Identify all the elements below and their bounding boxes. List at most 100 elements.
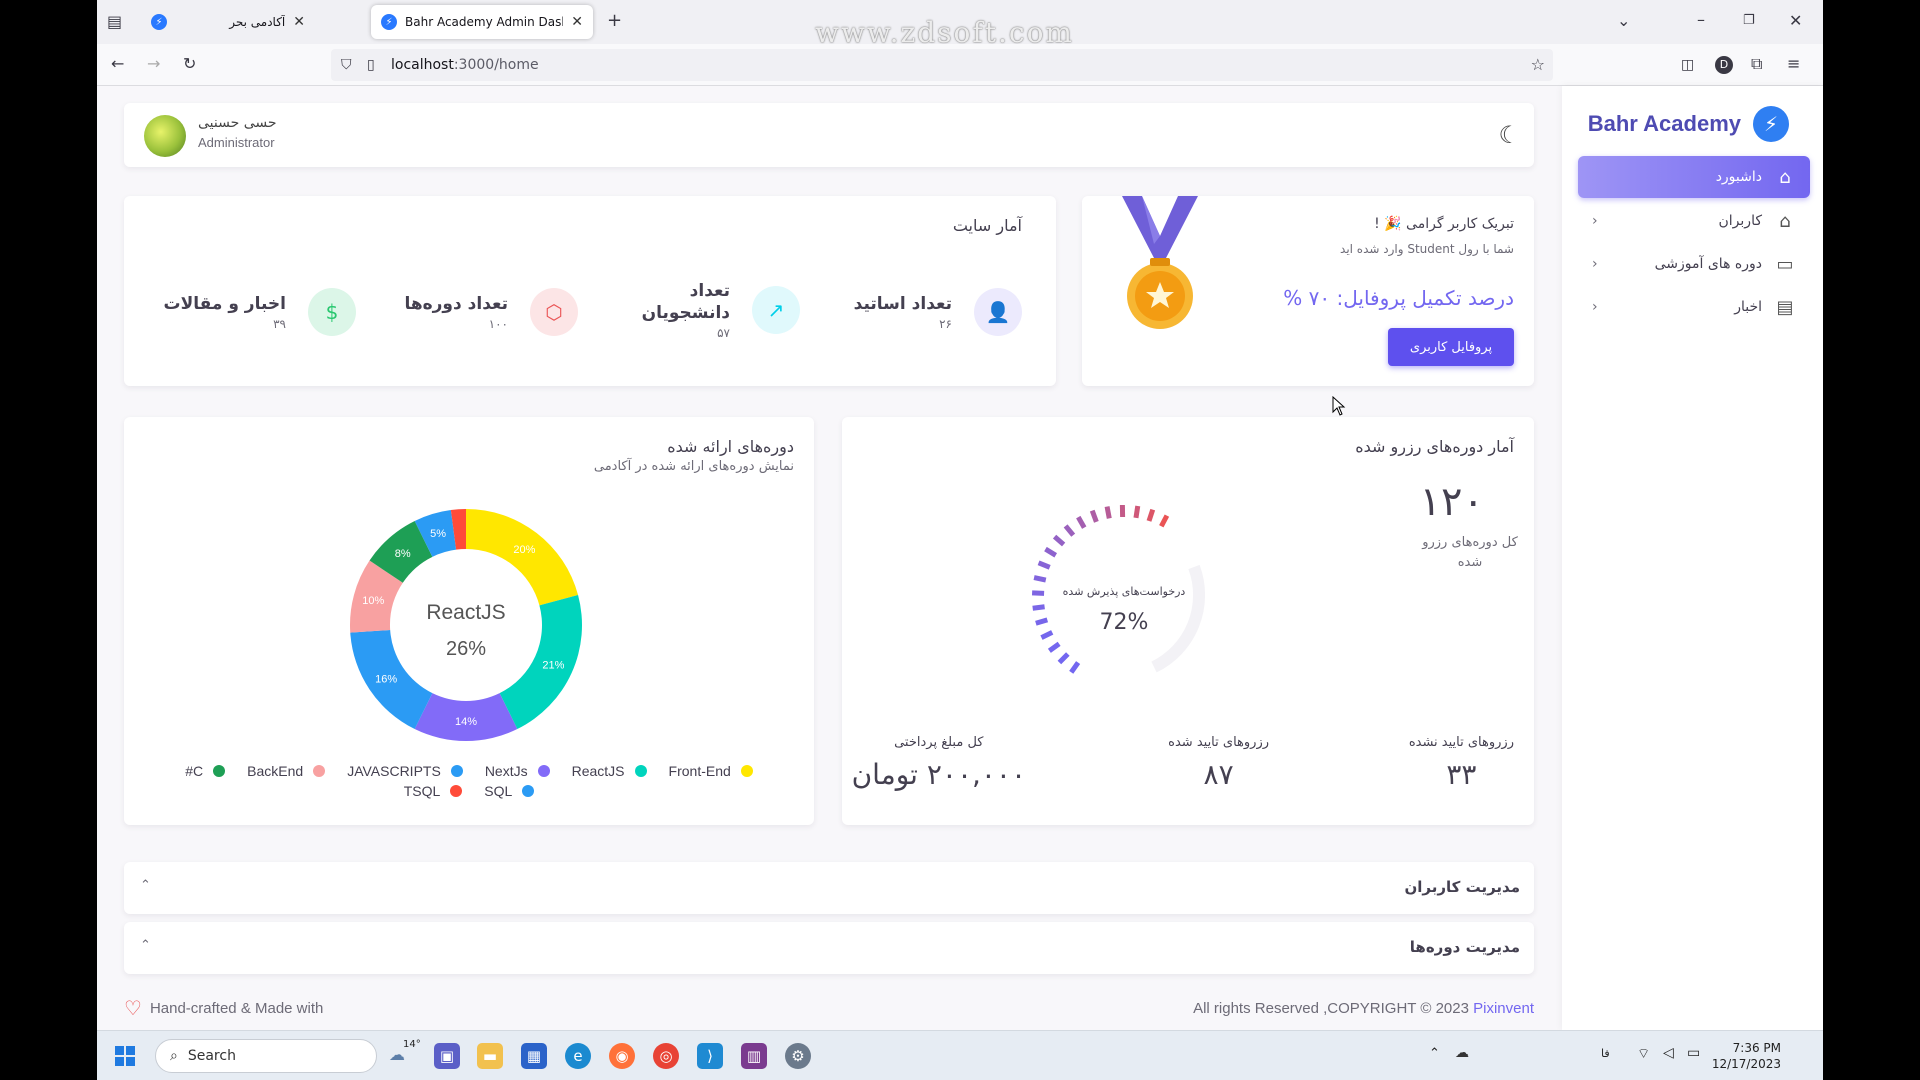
edge-icon[interactable]: e bbox=[565, 1043, 591, 1069]
tab-bahr-fa[interactable]: ⚡ آکادمی بحر ✕ bbox=[141, 5, 315, 39]
congrats-subtitle: شما با رول Student وارد شده اید bbox=[1340, 242, 1514, 256]
sidebar-item-label: دوره های آموزشی bbox=[1654, 256, 1762, 272]
chevron-up-icon[interactable]: ⌃ bbox=[140, 878, 151, 893]
legend-item[interactable]: SQL bbox=[484, 783, 535, 799]
chevron-left-icon: ‹ bbox=[1592, 256, 1598, 272]
legend-label: ReactJS bbox=[571, 763, 625, 779]
gauge-value: 72% bbox=[1100, 610, 1149, 635]
legend-item[interactable]: BackEnd bbox=[247, 763, 326, 779]
winrar-icon[interactable]: ▥ bbox=[741, 1043, 767, 1069]
volume-icon[interactable]: ◁ bbox=[1663, 1045, 1674, 1061]
gauge-tick bbox=[1069, 661, 1081, 674]
close-tab-icon[interactable]: ✕ bbox=[293, 14, 305, 30]
vscode-icon[interactable]: ⟩ bbox=[697, 1043, 723, 1069]
gauge-label: درخواست‌های پذیرش شده bbox=[1063, 585, 1186, 598]
window-close-icon[interactable]: ✕ bbox=[1789, 13, 1802, 29]
language-indicator[interactable]: فا bbox=[1601, 1047, 1610, 1060]
legend-item[interactable]: Front-End bbox=[669, 763, 753, 779]
page-icon[interactable]: ▯ bbox=[367, 57, 375, 73]
moon-icon[interactable]: ☾ bbox=[1498, 121, 1520, 149]
firefox-icon[interactable]: ◉ bbox=[609, 1043, 635, 1069]
legend-item[interactable]: TSQL bbox=[404, 783, 463, 799]
box-icon: ⬡ bbox=[530, 288, 578, 336]
gauge-tick bbox=[1063, 524, 1076, 537]
stat-courses: ⬡ تعداد دوره‌ها ۱۰۰ bbox=[404, 288, 578, 336]
legend-item[interactable]: #C bbox=[185, 763, 226, 779]
chevron-up-icon[interactable]: ⌃ bbox=[140, 938, 151, 953]
tab-title: آکادمی بحر bbox=[229, 15, 286, 29]
shield-icon[interactable]: ⛉ bbox=[341, 57, 352, 73]
tab-bahr-admin[interactable]: ⚡ Bahr Academy Admin Dashboa ✕ bbox=[371, 5, 593, 39]
clock-date: 12/17/2023 bbox=[1711, 1057, 1781, 1071]
store-icon[interactable]: ▦ bbox=[521, 1043, 547, 1069]
donut-slice-front-end[interactable] bbox=[466, 509, 579, 606]
pixinvent-link[interactable]: Pixinvent bbox=[1473, 1000, 1534, 1017]
system-clock[interactable]: 7:36 PM 12/17/2023 bbox=[1712, 1040, 1781, 1072]
new-tab-icon[interactable]: + bbox=[607, 12, 622, 30]
navigation-bar: ← → ↻ ⛉ ▯ localhost:3000/home ☆ ◫ D ⧉ ≡ bbox=[97, 44, 1823, 86]
restore-icon[interactable]: ❐ bbox=[1743, 13, 1755, 29]
file-explorer-icon[interactable]: ▬ bbox=[477, 1043, 503, 1069]
donut-data-label: 20% bbox=[513, 544, 535, 556]
gauge-tick bbox=[1057, 652, 1070, 665]
windows-start-icon[interactable] bbox=[115, 1046, 135, 1066]
panel-title: مدیریت کاربران bbox=[1404, 878, 1520, 896]
minimize-icon[interactable]: – bbox=[1697, 12, 1705, 28]
forward-icon[interactable]: → bbox=[147, 56, 160, 72]
sidebar-item-courses[interactable]: ▭ دوره های آموزشی ‹ bbox=[1578, 243, 1810, 285]
close-tab-icon[interactable]: ✕ bbox=[571, 14, 583, 30]
onedrive-icon[interactable]: ☁ bbox=[1455, 1045, 1469, 1061]
wifi-icon[interactable]: ⌔ bbox=[1637, 1045, 1650, 1063]
bookmark-star-icon[interactable]: ☆ bbox=[1531, 57, 1545, 73]
settings-gear-icon[interactable]: ⚙ bbox=[785, 1043, 811, 1069]
legend-item[interactable]: NextJs bbox=[485, 763, 550, 779]
url-text[interactable]: localhost:3000/home bbox=[391, 57, 539, 73]
donut-data-label: 16% bbox=[375, 673, 397, 685]
taskbar-search[interactable]: ⌕ Search bbox=[155, 1039, 377, 1073]
clock-time: 7:36 PM bbox=[1732, 1041, 1781, 1055]
meet-icon[interactable]: ▣ bbox=[434, 1043, 460, 1069]
back-icon[interactable]: ← bbox=[111, 56, 124, 72]
stat-news: $ اخبار و مقالات ۳۹ bbox=[164, 288, 356, 336]
monitor-icon: ▭ bbox=[1776, 253, 1794, 275]
heart-icon: ♡ bbox=[124, 998, 142, 1020]
reload-icon[interactable]: ↻ bbox=[183, 56, 196, 72]
users-management-panel[interactable]: مدیریت کاربران ⌃ bbox=[124, 862, 1534, 914]
legend-item[interactable]: ReactJS bbox=[572, 763, 647, 779]
profile-button[interactable]: پروفایل کاربری bbox=[1388, 328, 1514, 366]
extensions-icon[interactable]: ⧉ bbox=[1751, 56, 1762, 72]
tab-list-icon[interactable]: ▤ bbox=[107, 14, 122, 30]
menu-icon[interactable]: ≡ bbox=[1787, 56, 1800, 72]
confirmed-value: ۸۷ bbox=[1203, 758, 1234, 791]
home-icon: ⌂ bbox=[1779, 166, 1791, 188]
legend-label: JAVASCRIPTS bbox=[347, 763, 441, 779]
courses-chart-card: دوره‌های ارائه شده نمایش دوره‌های ارائه … bbox=[124, 417, 814, 825]
sidebar-item-users[interactable]: ⌂ کاربران ‹ bbox=[1578, 200, 1810, 242]
reserved-total-label: کل دوره‌های رزرو شده bbox=[1422, 535, 1518, 570]
account-icon[interactable]: D bbox=[1715, 56, 1733, 74]
avatar[interactable] bbox=[144, 115, 186, 157]
donut-data-label: 14% bbox=[455, 716, 477, 728]
congrats-title: تبریک کاربر گرامی 🎉 ! bbox=[1374, 216, 1514, 232]
payment-value: ۲۰۰,۰۰۰ تومان bbox=[851, 758, 1026, 791]
document-icon: ▤ bbox=[1776, 296, 1794, 318]
donut-data-label: 8% bbox=[395, 548, 411, 560]
footer-left-text: Hand-crafted & Made with bbox=[149, 1000, 324, 1017]
dollar-icon: $ bbox=[308, 288, 356, 336]
pocket-icon[interactable]: ◫ bbox=[1681, 57, 1694, 73]
legend-item[interactable]: JAVASCRIPTS bbox=[347, 763, 463, 779]
gauge-tick bbox=[1032, 604, 1045, 611]
home-icon: ⌂ bbox=[1779, 210, 1791, 232]
url-bar[interactable]: ⛉ ▯ localhost:3000/home ☆ bbox=[331, 49, 1553, 81]
footer-made-with: ♡ Hand-crafted & Made with bbox=[124, 996, 323, 1021]
chrome-icon[interactable]: ◎ bbox=[653, 1043, 679, 1069]
sidebar-item-dashboard[interactable]: ⌂ داشبورد bbox=[1578, 156, 1810, 198]
tray-chevron-up-icon[interactable]: ⌃ bbox=[1429, 1046, 1440, 1061]
sidebar-item-news[interactable]: ▤ اخبار ‹ bbox=[1578, 286, 1810, 328]
legend-marker bbox=[313, 765, 326, 777]
courses-management-panel[interactable]: مدیریت دوره‌ها ⌃ bbox=[124, 922, 1534, 974]
battery-icon[interactable]: ▭ bbox=[1687, 1045, 1700, 1061]
donut-slice-reactjs[interactable] bbox=[499, 594, 582, 730]
tab-overflow-icon[interactable]: ⌄ bbox=[1617, 13, 1630, 29]
brand[interactable]: Bahr Academy ⚡ bbox=[1588, 106, 1789, 142]
